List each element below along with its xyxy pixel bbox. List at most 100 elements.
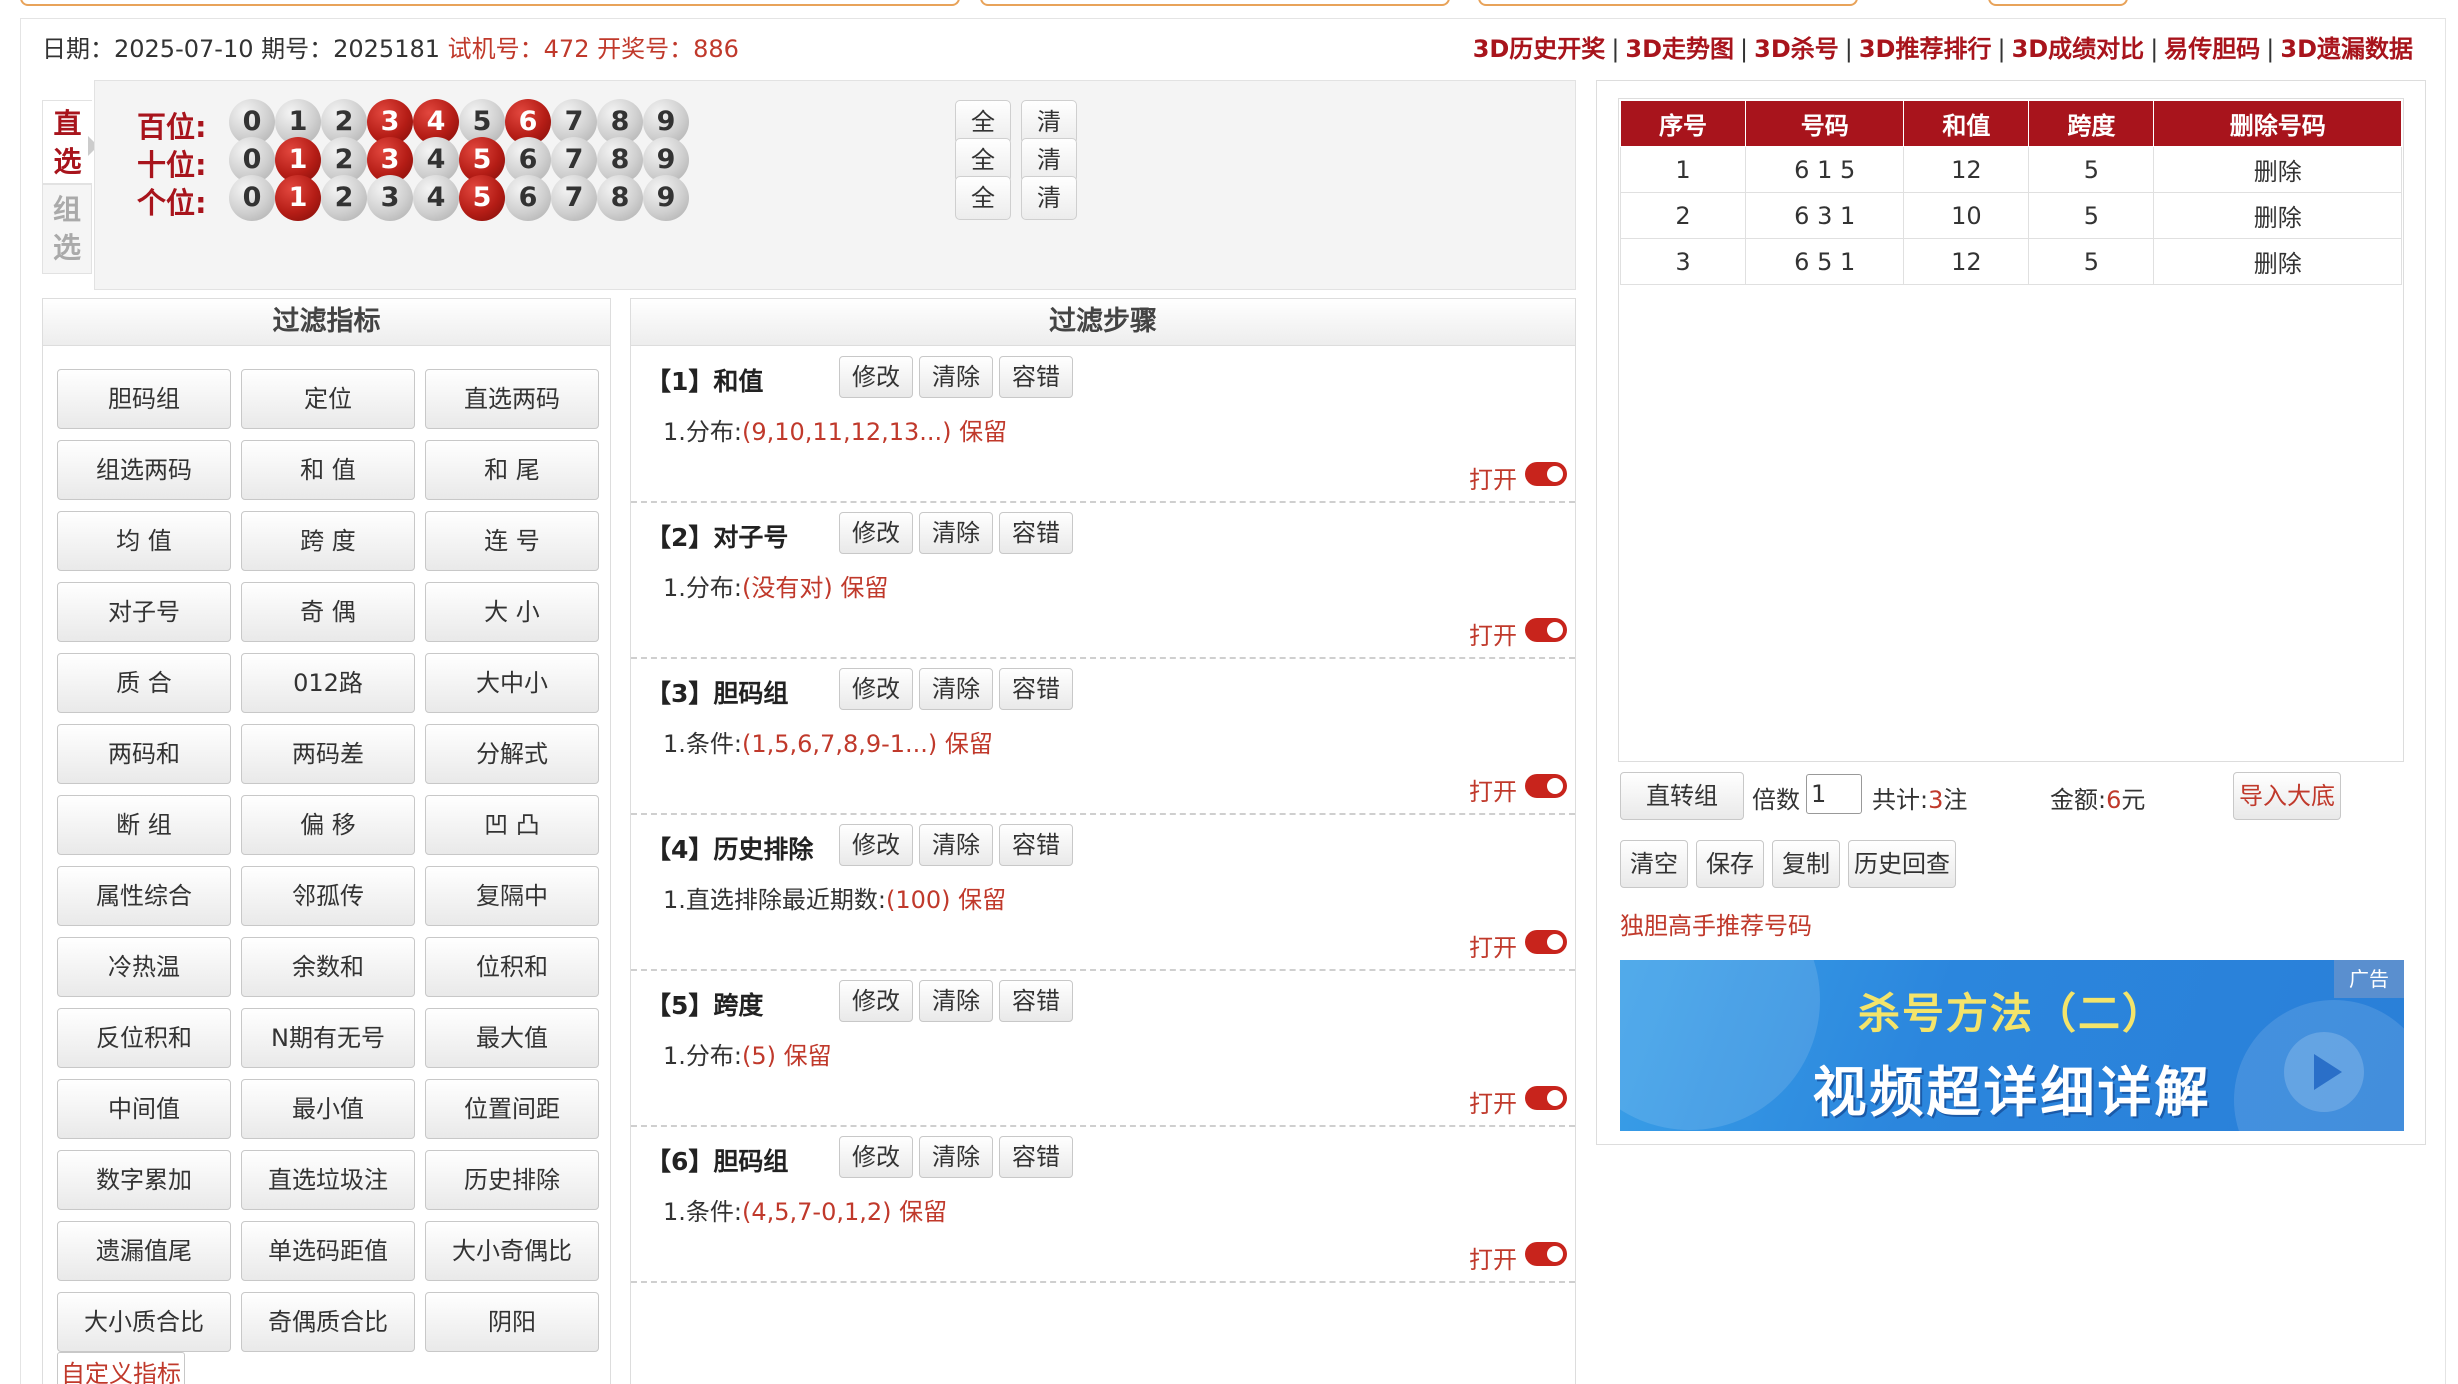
filter-indicator-button[interactable]: 连 号 bbox=[425, 511, 599, 571]
convert-to-group-button[interactable]: 直转组 bbox=[1620, 772, 1744, 820]
delete-link[interactable]: 删除 bbox=[2153, 146, 2402, 193]
history-check-button[interactable]: 历史回查 bbox=[1848, 840, 1956, 888]
number-ball[interactable]: 4 bbox=[413, 175, 459, 221]
filter-indicator-button[interactable]: 历史排除 bbox=[425, 1150, 599, 1210]
save-button[interactable]: 保存 bbox=[1696, 840, 1764, 888]
filter-indicator-button[interactable]: 胆码组 bbox=[57, 369, 231, 429]
filter-indicator-button[interactable]: 复隔中 bbox=[425, 866, 599, 926]
filter-indicator-button[interactable]: 遗漏值尾 bbox=[57, 1221, 231, 1281]
filter-indicator-button[interactable]: 大 小 bbox=[425, 582, 599, 642]
clear-row-button[interactable]: 清 bbox=[1021, 176, 1077, 220]
filter-indicator-button[interactable]: 反位积和 bbox=[57, 1008, 231, 1068]
step-keep-link[interactable]: 保留 bbox=[952, 418, 1007, 446]
step-tolerance-button[interactable]: 容错 bbox=[999, 512, 1073, 554]
nav-link[interactable]: 3D推荐排行 bbox=[1859, 35, 1992, 63]
step-clear-button[interactable]: 清除 bbox=[919, 824, 993, 866]
filter-indicator-button[interactable]: 直选垃圾注 bbox=[241, 1150, 415, 1210]
filter-indicator-button[interactable]: 直选两码 bbox=[425, 369, 599, 429]
nav-link[interactable]: 3D走势图 bbox=[1625, 35, 1734, 63]
filter-indicator-button[interactable]: 奇 偶 bbox=[241, 582, 415, 642]
multiplier-input[interactable]: 1 bbox=[1806, 774, 1862, 814]
number-ball[interactable]: 6 bbox=[505, 175, 551, 221]
step-tolerance-button[interactable]: 容错 bbox=[999, 1136, 1073, 1178]
step-keep-link[interactable]: 保留 bbox=[776, 1042, 832, 1070]
step-tolerance-button[interactable]: 容错 bbox=[999, 356, 1073, 398]
step-tolerance-button[interactable]: 容错 bbox=[999, 980, 1073, 1022]
step-clear-button[interactable]: 清除 bbox=[919, 356, 993, 398]
filter-indicator-button[interactable]: 分解式 bbox=[425, 724, 599, 784]
step-keep-link[interactable]: 保留 bbox=[892, 1198, 947, 1226]
number-ball[interactable]: 2 bbox=[321, 175, 367, 221]
step-toggle[interactable] bbox=[1525, 930, 1567, 954]
nav-link[interactable]: 3D杀号 bbox=[1754, 35, 1839, 63]
number-ball[interactable]: 3 bbox=[367, 175, 413, 221]
step-edit-button[interactable]: 修改 bbox=[839, 1136, 913, 1178]
filter-indicator-button[interactable]: 大中小 bbox=[425, 653, 599, 713]
filter-indicator-button[interactable]: 阴阳 bbox=[425, 1292, 599, 1352]
ad-banner[interactable]: 杀号方法（二） 视频超详细详解 广告 bbox=[1620, 960, 2404, 1131]
filter-indicator-button[interactable]: 位置间距 bbox=[425, 1079, 599, 1139]
number-ball[interactable]: 8 bbox=[597, 175, 643, 221]
number-ball[interactable]: 7 bbox=[551, 175, 597, 221]
step-toggle[interactable] bbox=[1525, 462, 1567, 486]
filter-indicator-button[interactable]: 跨 度 bbox=[241, 511, 415, 571]
filter-indicator-button[interactable]: 两码和 bbox=[57, 724, 231, 784]
filter-indicator-button[interactable]: 大小质合比 bbox=[57, 1292, 231, 1352]
filter-indicator-button[interactable]: 质 合 bbox=[57, 653, 231, 713]
filter-indicator-button[interactable]: 数字累加 bbox=[57, 1150, 231, 1210]
step-toggle[interactable] bbox=[1525, 1242, 1567, 1266]
filter-indicator-button[interactable]: 断 组 bbox=[57, 795, 231, 855]
filter-indicator-button[interactable]: 位积和 bbox=[425, 937, 599, 997]
filter-indicator-button[interactable]: 最小值 bbox=[241, 1079, 415, 1139]
nav-link[interactable]: 3D成绩对比 bbox=[2012, 35, 2145, 63]
nav-link[interactable]: 易传胆码 bbox=[2164, 35, 2260, 63]
import-base-button[interactable]: 导入大底 bbox=[2233, 772, 2341, 820]
custom-indicator-button[interactable]: 自定义指标 bbox=[57, 1352, 185, 1384]
filter-indicator-button[interactable]: 属性综合 bbox=[57, 866, 231, 926]
filter-indicator-button[interactable]: 最大值 bbox=[425, 1008, 599, 1068]
step-toggle[interactable] bbox=[1525, 774, 1567, 798]
filter-indicator-button[interactable]: 两码差 bbox=[241, 724, 415, 784]
clear-all-button[interactable]: 清空 bbox=[1620, 840, 1688, 888]
step-keep-link[interactable]: 保留 bbox=[937, 730, 993, 758]
step-tolerance-button[interactable]: 容错 bbox=[999, 668, 1073, 710]
nav-link[interactable]: 3D历史开奖 bbox=[1473, 35, 1606, 63]
top-tab-3[interactable] bbox=[1478, 0, 1858, 6]
number-ball[interactable]: 1 bbox=[275, 175, 321, 221]
step-edit-button[interactable]: 修改 bbox=[839, 512, 913, 554]
step-clear-button[interactable]: 清除 bbox=[919, 980, 993, 1022]
number-ball[interactable]: 0 bbox=[229, 175, 275, 221]
filter-indicator-button[interactable]: 和 尾 bbox=[425, 440, 599, 500]
copy-button[interactable]: 复制 bbox=[1772, 840, 1840, 888]
step-edit-button[interactable]: 修改 bbox=[839, 980, 913, 1022]
filter-indicator-button[interactable]: 均 值 bbox=[57, 511, 231, 571]
filter-indicator-button[interactable]: 组选两码 bbox=[57, 440, 231, 500]
step-edit-button[interactable]: 修改 bbox=[839, 824, 913, 866]
recommend-link[interactable]: 独胆高手推荐号码 bbox=[1620, 906, 1812, 941]
top-tab-2[interactable] bbox=[980, 0, 1450, 6]
filter-indicator-button[interactable]: 中间值 bbox=[57, 1079, 231, 1139]
step-clear-button[interactable]: 清除 bbox=[919, 668, 993, 710]
top-tab-1[interactable] bbox=[20, 0, 960, 6]
top-tab-4[interactable] bbox=[1988, 0, 2128, 6]
delete-link[interactable]: 删除 bbox=[2153, 238, 2402, 285]
filter-indicator-button[interactable]: 偏 移 bbox=[241, 795, 415, 855]
filter-indicator-button[interactable]: 对子号 bbox=[57, 582, 231, 642]
filter-indicator-button[interactable]: 和 值 bbox=[241, 440, 415, 500]
tab-group[interactable]: 组选 bbox=[42, 184, 92, 274]
filter-indicator-button[interactable]: 单选码距值 bbox=[241, 1221, 415, 1281]
nav-link[interactable]: 3D遗漏数据 bbox=[2280, 35, 2413, 63]
step-toggle[interactable] bbox=[1525, 618, 1567, 642]
select-all-button[interactable]: 全 bbox=[955, 176, 1011, 220]
step-keep-link[interactable]: 保留 bbox=[833, 574, 888, 602]
filter-indicator-button[interactable]: 大小奇偶比 bbox=[425, 1221, 599, 1281]
filter-indicator-button[interactable]: 奇偶质合比 bbox=[241, 1292, 415, 1352]
step-tolerance-button[interactable]: 容错 bbox=[999, 824, 1073, 866]
filter-indicator-button[interactable]: 凹 凸 bbox=[425, 795, 599, 855]
filter-indicator-button[interactable]: 定位 bbox=[241, 369, 415, 429]
filter-indicator-button[interactable]: 012路 bbox=[241, 653, 415, 713]
number-ball[interactable]: 5 bbox=[459, 175, 505, 221]
number-ball[interactable]: 9 bbox=[643, 175, 689, 221]
filter-indicator-button[interactable]: 冷热温 bbox=[57, 937, 231, 997]
filter-indicator-button[interactable]: N期有无号 bbox=[241, 1008, 415, 1068]
